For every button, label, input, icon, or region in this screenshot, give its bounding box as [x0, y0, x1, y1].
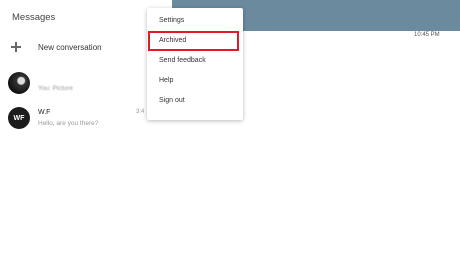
new-conversation-label: New conversation	[38, 42, 102, 52]
avatar: WF	[8, 107, 30, 129]
archived-highlight-box	[148, 31, 239, 51]
menu-item-sign-out[interactable]: Sign out	[147, 92, 243, 110]
overflow-menu: Settings Archived Send feedback Help Sig…	[147, 8, 243, 120]
menu-item-help[interactable]: Help	[147, 72, 243, 90]
conversation-name: W.F	[38, 109, 51, 116]
page-title: Messages	[12, 12, 56, 23]
conversation-snippet: Hello, are you there?	[38, 120, 99, 127]
message-timestamp: 10:45 PM	[414, 32, 440, 38]
menu-item-send-feedback[interactable]: Send feedback	[147, 52, 243, 70]
messages-app: 10:45 PM Messages New conversation You: …	[0, 0, 460, 279]
conversation-list-item[interactable]: WF W.F Hello, are you there? 3:4	[8, 107, 168, 133]
menu-item-settings[interactable]: Settings	[147, 12, 243, 30]
plus-icon	[10, 41, 22, 53]
conversation-snippet: You: Picture	[38, 85, 73, 92]
avatar	[8, 72, 30, 94]
conversation-list-item[interactable]: You: Picture	[8, 72, 168, 98]
new-conversation-button[interactable]: New conversation	[10, 38, 170, 56]
conversation-time: 3:4	[136, 109, 145, 115]
